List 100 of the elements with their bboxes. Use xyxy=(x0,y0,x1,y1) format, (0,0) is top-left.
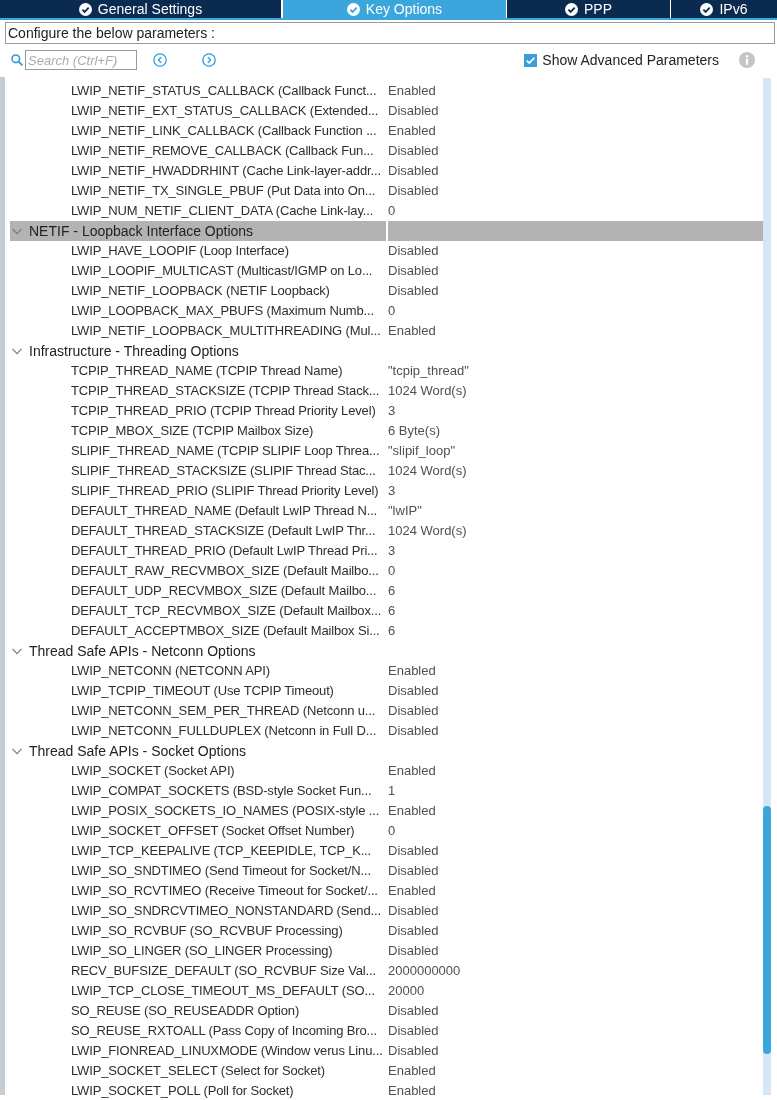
parameter-value[interactable]: Enabled xyxy=(388,81,763,101)
parameter-value[interactable]: 3 xyxy=(388,541,763,561)
parameter-value[interactable]: 3 xyxy=(388,481,763,501)
group-header-row[interactable]: NETIF - Loopback Interface Options xyxy=(10,221,763,241)
parameter-value[interactable]: Disabled xyxy=(388,1021,763,1041)
chevron-down-icon[interactable] xyxy=(12,647,22,655)
parameter-name[interactable]: TCPIP_THREAD_NAME (TCPIP Thread Name) xyxy=(10,361,386,381)
parameter-value[interactable]: Disabled xyxy=(388,721,763,741)
parameter-name[interactable]: SO_REUSE_RXTOALL (Pass Copy of Incoming Bro... xyxy=(10,1021,386,1041)
parameter-value[interactable]: "tcpip_thread" xyxy=(388,361,763,381)
parameter-value[interactable]: Disabled xyxy=(388,161,763,181)
parameter-name[interactable]: RECV_BUFSIZE_DEFAULT (SO_RCVBUF Size Val... xyxy=(10,961,386,981)
parameter-name[interactable]: LWIP_NETIF_LOOPBACK_MULTITHREADING (Mul... xyxy=(10,321,386,341)
scrollbar-thumb[interactable] xyxy=(763,806,771,1054)
parameter-value[interactable]: 6 xyxy=(388,581,763,601)
parameter-name[interactable]: LWIP_SO_RCVBUF (SO_RCVBUF Processing) xyxy=(10,921,386,941)
chevron-down-icon[interactable] xyxy=(12,227,22,235)
parameter-value[interactable]: 6 Byte(s) xyxy=(388,421,763,441)
parameter-name[interactable]: LWIP_FIONREAD_LINUXMODE (Window verus Linu... xyxy=(10,1041,386,1061)
parameter-value[interactable]: "slipif_loop" xyxy=(388,441,763,461)
parameter-value[interactable]: Disabled xyxy=(388,281,763,301)
parameter-value[interactable]: Disabled xyxy=(388,921,763,941)
parameter-value[interactable]: Enabled xyxy=(388,1081,763,1100)
parameter-name[interactable]: TCPIP_MBOX_SIZE (TCPIP Mailbox Size) xyxy=(10,421,386,441)
parameter-name[interactable]: SLIPIF_THREAD_PRIO (SLIPIF Thread Priority Level) xyxy=(10,481,386,501)
parameter-value[interactable]: Enabled xyxy=(388,1061,763,1081)
parameter-name[interactable]: LWIP_TCP_KEEPALIVE (TCP_KEEPIDLE, TCP_K... xyxy=(10,841,386,861)
parameter-name[interactable]: TCPIP_THREAD_PRIO (TCPIP Thread Priority Level) xyxy=(10,401,386,421)
parameter-value[interactable]: Disabled xyxy=(388,181,763,201)
parameter-name[interactable]: LWIP_SOCKET_SELECT (Select for Socket) xyxy=(10,1061,386,1081)
parameter-value[interactable]: Disabled xyxy=(388,261,763,281)
parameter-name[interactable]: SLIPIF_THREAD_STACKSIZE (SLIPIF Thread Stac... xyxy=(10,461,386,481)
tab[interactable]: PPP xyxy=(507,0,670,18)
parameter-value[interactable]: Disabled xyxy=(388,1001,763,1021)
parameter-value[interactable]: Enabled xyxy=(388,661,763,681)
parameter-value[interactable]: Enabled xyxy=(388,801,763,821)
parameter-name[interactable]: DEFAULT_RAW_RECVMBOX_SIZE (Default Mailbo... xyxy=(10,561,386,581)
parameter-name[interactable]: TCPIP_THREAD_STACKSIZE (TCPIP Thread Stack... xyxy=(10,381,386,401)
parameter-value[interactable]: 1024 Word(s) xyxy=(388,381,763,401)
parameter-name[interactable]: DEFAULT_THREAD_NAME (Default LwIP Thread N... xyxy=(10,501,386,521)
parameter-name[interactable]: LWIP_SO_SNDRCVTIMEO_NONSTANDARD (Send... xyxy=(10,901,386,921)
tab[interactable]: General Settings xyxy=(0,0,281,18)
parameter-value[interactable]: 1024 Word(s) xyxy=(388,521,763,541)
parameter-value[interactable]: Disabled xyxy=(388,681,763,701)
parameter-value[interactable]: Disabled xyxy=(388,141,763,161)
parameter-value[interactable]: 3 xyxy=(388,401,763,421)
parameter-name[interactable]: LWIP_SOCKET (Socket API) xyxy=(10,761,386,781)
parameter-value[interactable]: 20000 xyxy=(388,981,763,1001)
chevron-down-icon[interactable] xyxy=(12,347,22,355)
chevron-down-icon[interactable] xyxy=(12,747,22,755)
parameter-value[interactable]: Enabled xyxy=(388,881,763,901)
next-icon[interactable] xyxy=(202,53,216,67)
group-header-row[interactable]: Thread Safe APIs - Netconn Options xyxy=(10,641,763,661)
parameter-name[interactable]: LWIP_NETIF_TX_SINGLE_PBUF (Put Data into On... xyxy=(10,181,386,201)
parameter-name[interactable]: DEFAULT_THREAD_PRIO (Default LwIP Thread Pri... xyxy=(10,541,386,561)
checkbox-label[interactable]: Show Advanced Parameters xyxy=(542,49,719,71)
parameter-value[interactable]: "lwIP" xyxy=(388,501,763,521)
parameter-value[interactable]: Enabled xyxy=(388,761,763,781)
parameter-value[interactable]: Disabled xyxy=(388,1041,763,1061)
parameter-value[interactable]: Disabled xyxy=(388,241,763,261)
parameter-name[interactable]: LWIP_SO_SNDTIMEO (Send Timeout for Socket/N... xyxy=(10,861,386,881)
checkbox[interactable] xyxy=(524,53,538,67)
parameter-value[interactable]: 6 xyxy=(388,621,763,641)
parameter-value[interactable]: 1024 Word(s) xyxy=(388,461,763,481)
parameter-name[interactable]: LWIP_NETIF_LINK_CALLBACK (Callback Function ... xyxy=(10,121,386,141)
parameter-value[interactable]: 0 xyxy=(388,821,763,841)
tab[interactable]: IPv6 xyxy=(671,0,777,18)
group-header-row[interactable]: Infrastructure - Threading Options xyxy=(10,341,763,361)
info-icon[interactable] xyxy=(739,52,755,68)
parameter-value[interactable]: 0 xyxy=(388,201,763,221)
parameter-name[interactable]: DEFAULT_UDP_RECVMBOX_SIZE (Default Mailbo... xyxy=(10,581,386,601)
parameter-name[interactable]: LWIP_NETCONN (NETCONN API) xyxy=(10,661,386,681)
parameter-value[interactable]: 1 xyxy=(388,781,763,801)
parameter-name[interactable]: LWIP_NETIF_EXT_STATUS_CALLBACK (Extended... xyxy=(10,101,386,121)
parameter-name[interactable]: LWIP_SO_RCVTIMEO (Receive Timeout for Socket/... xyxy=(10,881,386,901)
parameter-name[interactable]: LWIP_TCPIP_TIMEOUT (Use TCPIP Timeout) xyxy=(10,681,386,701)
parameter-name[interactable]: LWIP_SO_LINGER (SO_LINGER Processing) xyxy=(10,941,386,961)
parameter-name[interactable]: LWIP_COMPAT_SOCKETS (BSD-style Socket Fun... xyxy=(10,781,386,801)
parameter-value[interactable]: 0 xyxy=(388,301,763,321)
parameter-name[interactable]: LWIP_LOOPBACK_MAX_PBUFS (Maximum Numb... xyxy=(10,301,386,321)
parameter-value[interactable]: 0 xyxy=(388,561,763,581)
parameter-value[interactable]: 2000000000 xyxy=(388,961,763,981)
parameter-value[interactable]: Enabled xyxy=(388,321,763,341)
parameter-name[interactable]: SO_REUSE (SO_REUSEADDR Option) xyxy=(10,1001,386,1021)
group-header-row[interactable]: Thread Safe APIs - Socket Options xyxy=(10,741,763,761)
parameter-value[interactable]: Disabled xyxy=(388,101,763,121)
parameter-value[interactable]: Disabled xyxy=(388,841,763,861)
search-field[interactable]: Search (Ctrl+F) xyxy=(25,50,137,70)
parameter-name[interactable]: DEFAULT_ACCEPTMBOX_SIZE (Default Mailbox Si... xyxy=(10,621,386,641)
parameter-name[interactable]: DEFAULT_TCP_RECVMBOX_SIZE (Default Mailbox... xyxy=(10,601,386,621)
parameter-name[interactable]: LWIP_SOCKET_OFFSET (Socket Offset Number) xyxy=(10,821,386,841)
parameter-name[interactable]: LWIP_POSIX_SOCKETS_IO_NAMES (POSIX-style ... xyxy=(10,801,386,821)
parameter-name[interactable]: LWIP_NETIF_REMOVE_CALLBACK (Callback Fun... xyxy=(10,141,386,161)
parameter-value[interactable]: Enabled xyxy=(388,121,763,141)
previous-icon[interactable] xyxy=(153,53,167,67)
parameter-name[interactable]: LWIP_LOOPIF_MULTICAST (Multicast/IGMP on Lo... xyxy=(10,261,386,281)
parameter-name[interactable]: LWIP_NETCONN_SEM_PER_THREAD (Netconn u... xyxy=(10,701,386,721)
parameter-name[interactable]: LWIP_NETIF_LOOPBACK (NETIF Loopback) xyxy=(10,281,386,301)
parameter-value[interactable]: Disabled xyxy=(388,941,763,961)
parameter-name[interactable]: LWIP_TCP_CLOSE_TIMEOUT_MS_DEFAULT (SO... xyxy=(10,981,386,1001)
